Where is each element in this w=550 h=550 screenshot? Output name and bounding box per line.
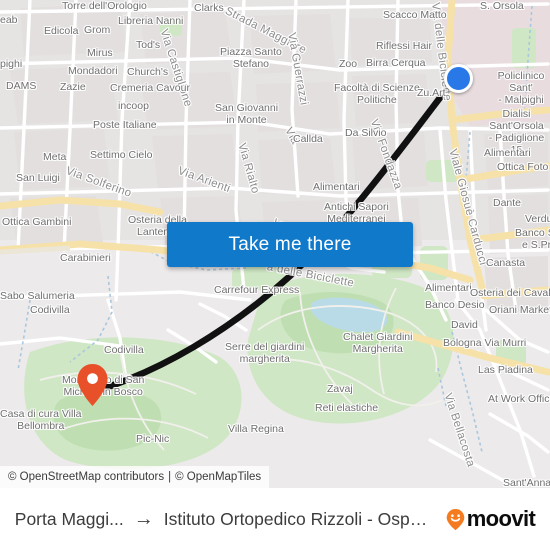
origin-marker[interactable] xyxy=(76,363,109,407)
map-canvas[interactable]: Via Castiglione Strada Maggiore Via Guerra… xyxy=(0,0,550,488)
route-footer: Porta Maggi... → Istituto Ortopedico Riz… xyxy=(0,488,550,550)
take-me-there-button[interactable]: Take me there xyxy=(167,222,413,267)
map-attribution: © OpenStreetMap contributors | © OpenMap… xyxy=(0,466,270,488)
moovit-logo[interactable]: moovit xyxy=(446,506,536,532)
openmaptiles-attribution-link[interactable]: © OpenMapTiles xyxy=(175,471,261,483)
moovit-pin-icon xyxy=(446,508,465,530)
destination-marker[interactable] xyxy=(444,64,473,93)
map-pin-icon xyxy=(77,364,108,406)
route-destination-label: Istituto Ortopedico Rizzoli - Osped... xyxy=(163,508,432,529)
osm-attribution-link[interactable]: © OpenStreetMap contributors xyxy=(8,471,164,483)
route-arrow-icon: → xyxy=(133,507,154,530)
route-origin-label: Porta Maggi... xyxy=(14,508,124,529)
moovit-wordmark: moovit xyxy=(466,506,536,531)
moovit-map-screen: Via Castiglione Strada Maggiore Via Guerra… xyxy=(0,0,550,550)
attribution-separator: | xyxy=(168,471,172,483)
